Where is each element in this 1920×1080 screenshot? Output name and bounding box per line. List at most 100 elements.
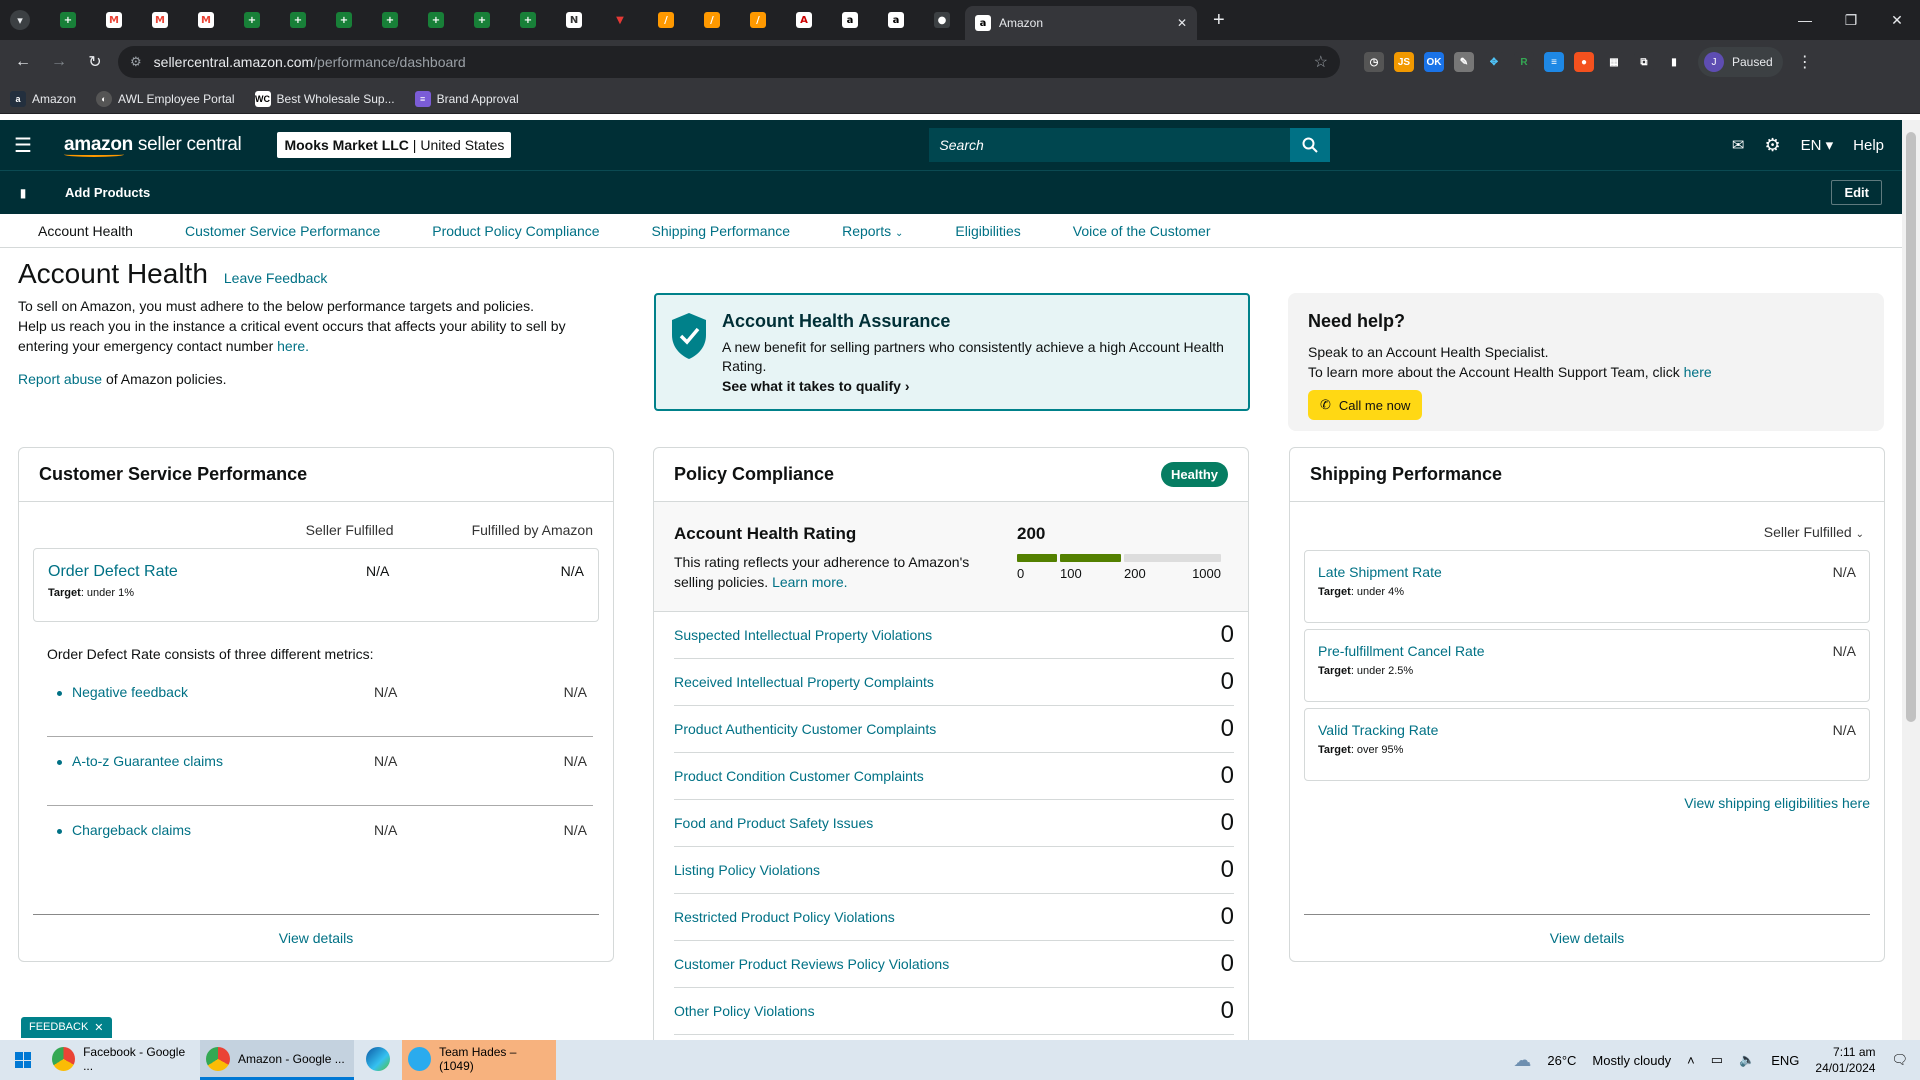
view-details-link[interactable]: View details: [279, 930, 353, 946]
learn-more-link[interactable]: Learn more.: [772, 574, 847, 590]
account-switcher[interactable]: Mooks Market LLC | United States: [277, 132, 512, 158]
add-products-link[interactable]: Add Products: [65, 185, 150, 200]
help-link[interactable]: Help: [1853, 137, 1884, 154]
back-icon[interactable]: ←: [10, 53, 36, 71]
weather-temp[interactable]: 26°C: [1547, 1053, 1576, 1068]
pinned-tab[interactable]: /: [643, 0, 689, 40]
profile-button[interactable]: J Paused: [1698, 47, 1783, 77]
order-defect-rate-link[interactable]: Order Defect Rate: [48, 563, 178, 580]
pinned-tab[interactable]: +: [321, 0, 367, 40]
pinned-tab[interactable]: +: [413, 0, 459, 40]
search-input[interactable]: [929, 128, 1291, 162]
reload-icon[interactable]: ↻: [82, 52, 108, 72]
violation-link[interactable]: Product Authenticity Customer Complaints: [674, 721, 936, 737]
pinned-tab[interactable]: A: [781, 0, 827, 40]
negative-feedback-link[interactable]: Negative feedback: [72, 684, 188, 700]
pinned-tab[interactable]: +: [459, 0, 505, 40]
leave-feedback-link[interactable]: Leave Feedback: [224, 270, 328, 286]
pinned-tab[interactable]: ▼: [597, 0, 643, 40]
language-selector[interactable]: EN ▾: [1801, 136, 1834, 154]
side-panel-icon[interactable]: ▮: [1664, 52, 1684, 72]
clock[interactable]: 7:11 am 24/01/2024: [1815, 1044, 1875, 1076]
tab-eligibilities[interactable]: Eligibilities: [955, 223, 1020, 239]
pinned-tab[interactable]: ●: [919, 0, 965, 40]
tab-product-policy-compliance[interactable]: Product Policy Compliance: [432, 223, 599, 239]
bookmark-wholesale[interactable]: WC Best Wholesale Sup...: [254, 90, 395, 107]
site-info-icon[interactable]: ⚙: [130, 54, 142, 70]
report-abuse-link[interactable]: Report abuse: [18, 371, 102, 387]
support-team-link[interactable]: here: [1684, 364, 1712, 380]
call-me-now-button[interactable]: ✆ Call me now: [1308, 390, 1423, 420]
pinned-tab[interactable]: +: [45, 0, 91, 40]
bookmark-amazon[interactable]: a Amazon: [10, 90, 76, 107]
pinned-tab[interactable]: /: [689, 0, 735, 40]
gear-icon[interactable]: ⚙: [1764, 135, 1780, 156]
extension-icon[interactable]: ✎: [1454, 52, 1474, 72]
view-details-link[interactable]: View details: [1550, 930, 1624, 946]
violation-link[interactable]: Received Intellectual Property Complaint…: [674, 674, 934, 690]
seller-central-logo[interactable]: amazon seller central: [64, 134, 242, 157]
minimize-icon[interactable]: —: [1782, 0, 1828, 40]
forward-icon[interactable]: →: [46, 53, 72, 71]
extension-icon[interactable]: OK: [1424, 52, 1444, 72]
taskbar-app-amazon[interactable]: Amazon - Google ...: [200, 1040, 354, 1080]
tab-account-health[interactable]: Account Health: [38, 223, 133, 239]
puzzle-icon[interactable]: ⧉: [1634, 52, 1654, 72]
pinned-tab[interactable]: N: [551, 0, 597, 40]
bookmark-awl[interactable]: ◐ AWL Employee Portal: [96, 90, 235, 107]
violation-link[interactable]: Suspected Intellectual Property Violatio…: [674, 627, 932, 643]
view-shipping-eligibilities-link[interactable]: View shipping eligibilities here: [1684, 795, 1870, 811]
feedback-tab[interactable]: FEEDBACK ✕: [21, 1017, 112, 1038]
menu-icon[interactable]: ⋮: [1797, 52, 1813, 72]
bookmark-brand-approval[interactable]: ≡ Brand Approval: [414, 90, 519, 107]
chargeback-claims-link[interactable]: Chargeback claims: [72, 822, 191, 838]
extension-icon[interactable]: R: [1514, 52, 1534, 72]
pinned-tab[interactable]: +: [367, 0, 413, 40]
hamburger-menu-icon[interactable]: ☰: [0, 133, 46, 158]
pinned-tab[interactable]: +: [229, 0, 275, 40]
chevron-up-icon[interactable]: ˄: [1687, 1053, 1695, 1068]
taskbar-app-facebook[interactable]: Facebook - Google ...: [46, 1040, 200, 1080]
network-icon[interactable]: ▭: [1711, 1052, 1723, 1068]
tab-voice-of-the-customer[interactable]: Voice of the Customer: [1073, 223, 1211, 239]
a-to-z-claims-link[interactable]: A-to-z Guarantee claims: [72, 753, 223, 769]
late-shipment-rate-link[interactable]: Late Shipment Rate: [1318, 564, 1442, 580]
new-tab-button[interactable]: +: [1213, 9, 1225, 32]
pinned-tab[interactable]: M: [91, 0, 137, 40]
mail-icon[interactable]: ✉: [1732, 136, 1745, 154]
search-button[interactable]: [1290, 128, 1331, 162]
pinned-tab[interactable]: a: [827, 0, 873, 40]
pinned-tab[interactable]: +: [505, 0, 551, 40]
valid-tracking-rate-link[interactable]: Valid Tracking Rate: [1318, 722, 1438, 738]
violation-link[interactable]: Product Condition Customer Complaints: [674, 768, 924, 784]
tab-shipping-performance[interactable]: Shipping Performance: [652, 223, 791, 239]
violation-link[interactable]: Listing Policy Violations: [674, 862, 820, 878]
violation-link[interactable]: Restricted Product Policy Violations: [674, 909, 895, 925]
violation-link[interactable]: Other Policy Violations: [674, 1003, 815, 1019]
restore-icon[interactable]: ❐: [1828, 0, 1874, 40]
pinned-tab[interactable]: a: [873, 0, 919, 40]
pinned-tab[interactable]: M: [183, 0, 229, 40]
weather-desc[interactable]: Mostly cloudy: [1592, 1053, 1671, 1068]
pinned-tab[interactable]: +: [275, 0, 321, 40]
tab-reports[interactable]: Reports ⌄: [842, 223, 903, 239]
bookmark-star-icon[interactable]: ☆: [1314, 52, 1328, 72]
close-window-icon[interactable]: ✕: [1874, 0, 1920, 40]
input-language[interactable]: ENG: [1771, 1053, 1799, 1068]
close-icon[interactable]: ✕: [94, 1021, 103, 1034]
pinned-tab[interactable]: M: [137, 0, 183, 40]
extension-icon[interactable]: ✥: [1484, 52, 1504, 72]
violation-link[interactable]: Food and Product Safety Issues: [674, 815, 873, 831]
pinned-tab[interactable]: /: [735, 0, 781, 40]
volume-icon[interactable]: 🔈: [1739, 1052, 1755, 1068]
tab-search-icon[interactable]: ▾: [10, 10, 30, 30]
violation-link[interactable]: Customer Product Reviews Policy Violatio…: [674, 956, 949, 972]
page-scrollbar[interactable]: [1902, 120, 1920, 1040]
fulfillment-filter[interactable]: Seller Fulfilled ⌄: [1290, 502, 1884, 540]
taskbar-app-telegram[interactable]: Team Hades – (1049): [402, 1040, 556, 1080]
notifications-icon[interactable]: 🗨: [1891, 1052, 1908, 1068]
extension-icon[interactable]: ●: [1574, 52, 1594, 72]
scrollbar-thumb[interactable]: [1906, 132, 1916, 722]
bookmark-icon[interactable]: ▮: [0, 186, 46, 200]
qualify-link[interactable]: See what it takes to qualify ›: [722, 378, 1232, 394]
